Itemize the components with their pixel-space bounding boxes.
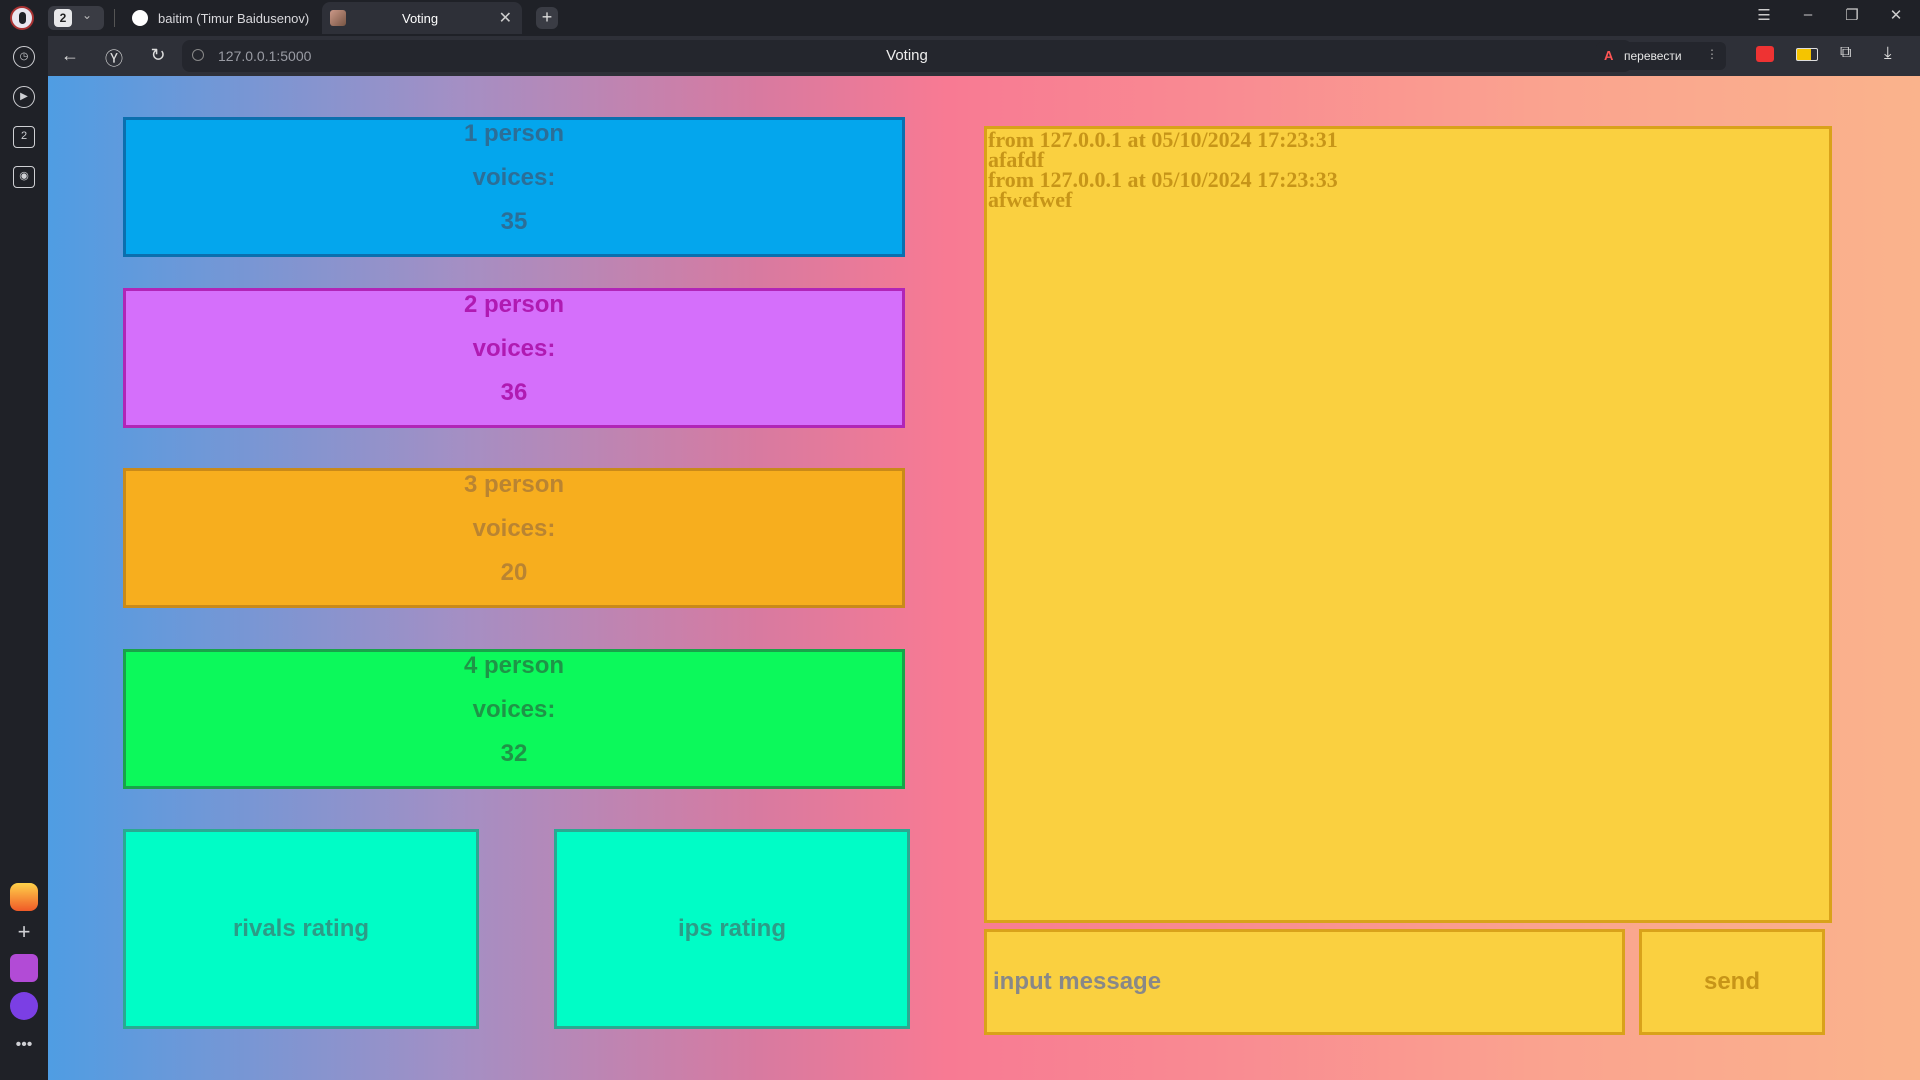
add-icon[interactable]: + xyxy=(13,921,35,943)
github-icon xyxy=(132,10,148,26)
alice-icon[interactable] xyxy=(10,954,38,982)
mail-app-icon[interactable] xyxy=(10,883,38,911)
new-tab-button[interactable]: + xyxy=(536,7,558,29)
tab-label: Voting xyxy=(402,11,439,26)
address-bar: ← Ⓨ ↻ 127.0.0.1:5000 Voting A перевести … xyxy=(48,36,1920,76)
menu-icon[interactable]: ☰ xyxy=(1752,6,1776,24)
history-icon[interactable]: ◷ xyxy=(13,46,35,68)
close-window-icon[interactable]: ✕ xyxy=(1884,6,1908,24)
download-icon[interactable]: ⤓ xyxy=(1884,43,1892,63)
vote-count: 35 xyxy=(500,208,528,235)
tab-bar: 2 ⌄ baitim (Timur Baidusenov) Voting ✕ +… xyxy=(0,0,1920,36)
candidate-name: 3 person xyxy=(463,471,565,498)
back-icon[interactable]: ← xyxy=(58,45,82,66)
rivals-rating-button[interactable]: rivals rating xyxy=(123,829,479,1029)
tabs-icon[interactable]: 2 xyxy=(13,126,35,148)
candidate-card-2[interactable]: 2 person voices: 36 xyxy=(123,288,905,428)
voices-label: voices: xyxy=(472,335,556,362)
message-text: afwefwef xyxy=(988,187,1073,212)
page-title: Voting xyxy=(886,47,928,64)
tab-separator xyxy=(114,9,115,27)
translate-icon: A xyxy=(1604,48,1614,63)
voices-label: voices: xyxy=(472,696,556,723)
chat-log[interactable]: from 127.0.0.1 at 05/10/2024 17:23:31 af… xyxy=(984,126,1832,923)
more-vertical-icon[interactable]: ⋮ xyxy=(1706,47,1718,61)
tab-label: baitim (Timur Baidusenov) xyxy=(158,11,310,26)
candidate-card-4[interactable]: 4 person voices: 32 xyxy=(123,649,905,789)
message-input[interactable]: input message xyxy=(984,929,1625,1035)
tab-count: 2 xyxy=(54,9,72,27)
assistant-icon[interactable] xyxy=(10,992,38,1020)
reload-icon[interactable]: ↻ xyxy=(146,45,170,66)
screenshot-icon[interactable]: ◉ xyxy=(13,166,35,188)
send-button[interactable]: send xyxy=(1639,929,1825,1035)
chat-message: from 127.0.0.1 at 05/10/2024 17:23:33 af… xyxy=(988,167,1829,212)
more-icon[interactable]: ••• xyxy=(13,1034,35,1056)
yandex-icon[interactable]: Ⓨ xyxy=(102,45,126,71)
restore-icon[interactable]: ❐ xyxy=(1840,6,1864,24)
translate-button[interactable]: A перевести ⋮ xyxy=(1596,42,1726,70)
candidate-name: 2 person xyxy=(463,291,565,318)
browser-sidebar: ◷ ▶ 2 ◉ + ••• xyxy=(0,36,48,1080)
chevron-down-icon: ⌄ xyxy=(82,8,93,22)
vote-count: 32 xyxy=(500,740,528,767)
site-favicon-icon xyxy=(330,10,346,26)
profile-avatar-icon[interactable] xyxy=(10,6,34,30)
vote-count: 36 xyxy=(500,379,528,406)
translate-label: перевести xyxy=(1624,49,1682,63)
extension-icon[interactable] xyxy=(1756,46,1774,62)
tab-count-button[interactable]: 2 ⌄ xyxy=(48,6,104,30)
close-tab-icon[interactable]: ✕ xyxy=(499,8,512,28)
battery-icon[interactable] xyxy=(1796,48,1818,61)
voices-label: voices: xyxy=(472,515,556,542)
page-viewport: 1 person voices: 35 2 person voices: 36 … xyxy=(48,76,1920,1080)
chat-message: from 127.0.0.1 at 05/10/2024 17:23:31 af… xyxy=(988,127,1829,171)
candidate-card-3[interactable]: 3 person voices: 20 xyxy=(123,468,905,608)
message-meta: from 127.0.0.1 at 05/10/2024 17:23:33 xyxy=(988,167,1338,192)
ips-rating-button[interactable]: ips rating xyxy=(554,829,910,1029)
candidate-name: 1 person xyxy=(463,120,565,147)
video-icon[interactable]: ▶ xyxy=(13,86,35,108)
message-meta: from 127.0.0.1 at 05/10/2024 17:23:31 xyxy=(988,127,1338,152)
candidate-card-1[interactable]: 1 person voices: 35 xyxy=(123,117,905,257)
voices-label: voices: xyxy=(472,164,556,191)
minimize-icon[interactable]: – xyxy=(1796,6,1820,23)
tab-voting[interactable]: Voting ✕ xyxy=(322,2,522,34)
vote-count: 20 xyxy=(500,559,528,586)
url-field[interactable]: 127.0.0.1:5000 Voting xyxy=(182,40,1632,72)
collections-icon[interactable]: ⧉ xyxy=(1840,44,1851,62)
candidate-name: 4 person xyxy=(463,652,565,679)
tab-github[interactable]: baitim (Timur Baidusenov) xyxy=(124,2,320,34)
